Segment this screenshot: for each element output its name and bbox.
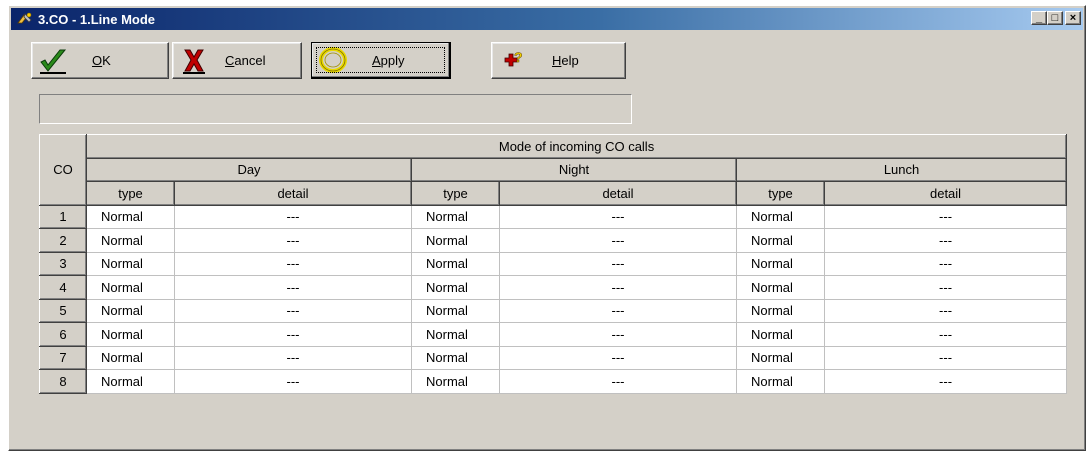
lunch-type-header: type [736,181,825,206]
day-type-header: type [86,181,175,206]
night-type-cell[interactable]: Normal [411,252,500,276]
status-field [39,94,632,124]
day-detail-cell[interactable]: --- [174,252,412,276]
day-detail-cell[interactable]: --- [174,205,412,229]
dialog-window: 3.CO - 1.Line Mode _ □ × OK Cancel Apply… [8,5,1086,451]
lunch-detail-cell[interactable]: --- [824,346,1068,370]
lunch-detail-cell[interactable]: --- [824,205,1068,229]
night-type-cell[interactable]: Normal [411,205,500,229]
day-type-cell[interactable]: Normal [86,228,175,253]
mode-group-header: Mode of incoming CO calls [85,134,1068,159]
lunch-detail-cell[interactable]: --- [824,228,1068,253]
lunch-detail-header: detail [823,181,1068,206]
lunch-type-cell[interactable]: Normal [736,252,825,276]
night-detail-cell[interactable]: --- [499,205,737,229]
app-icon [15,10,35,28]
night-type-cell[interactable]: Normal [411,299,500,323]
night-type-cell[interactable]: Normal [411,346,500,370]
maximize-button[interactable]: □ [1047,11,1063,25]
line-mode-table: CO Mode of incoming CO calls Day Night L… [39,134,1068,394]
lunch-detail-cell[interactable]: --- [824,252,1068,276]
lunch-detail-cell[interactable]: --- [824,369,1068,394]
night-type-cell[interactable]: Normal [411,322,500,347]
ok-button[interactable]: OK [31,42,169,79]
day-type-cell[interactable]: Normal [86,346,175,370]
table-row: 7 Normal --- Normal --- Normal --- [39,345,1068,370]
lunch-type-cell[interactable]: Normal [736,205,825,229]
line-mode-grid: CO Mode of incoming CO calls Day Night L… [39,134,1068,414]
co-row-number[interactable]: 8 [39,369,87,394]
day-detail-cell[interactable]: --- [174,369,412,394]
table-row: 6 Normal --- Normal --- Normal --- [39,322,1068,347]
co-header: CO [39,134,87,206]
lunch-detail-cell[interactable]: --- [824,322,1068,347]
day-type-cell[interactable]: Normal [86,299,175,323]
day-type-cell[interactable]: Normal [86,205,175,229]
checkmark-icon [36,46,70,76]
help-label: Help [552,53,579,68]
day-header: Day [86,157,412,182]
close-button[interactable]: × [1065,11,1081,25]
day-type-cell[interactable]: Normal [86,275,175,300]
table-row: 1 Normal --- Normal --- Normal --- [39,204,1068,229]
night-detail-cell[interactable]: --- [499,369,737,394]
table-row: 3 Normal --- Normal --- Normal --- [39,251,1068,276]
ok-label: OK [92,53,111,68]
night-detail-cell[interactable]: --- [499,346,737,370]
table-row: 8 Normal --- Normal --- Normal --- [39,369,1068,394]
lunch-type-cell[interactable]: Normal [736,275,825,300]
co-row-number[interactable]: 3 [39,251,87,276]
svg-text:?: ? [514,49,523,65]
night-type-cell[interactable]: Normal [411,228,500,253]
day-type-cell[interactable]: Normal [86,322,175,347]
co-row-number[interactable]: 5 [39,298,87,323]
lunch-type-cell[interactable]: Normal [736,228,825,253]
lunch-detail-cell[interactable]: --- [824,299,1068,323]
night-type-cell[interactable]: Normal [411,369,500,394]
title-bar[interactable]: 3.CO - 1.Line Mode _ □ × [11,8,1083,30]
lunch-type-cell[interactable]: Normal [736,299,825,323]
day-detail-header: detail [174,181,412,206]
day-detail-cell[interactable]: --- [174,346,412,370]
day-detail-cell[interactable]: --- [174,322,412,347]
cancel-label: Cancel [225,53,266,68]
co-row-number[interactable]: 4 [39,275,87,300]
day-detail-cell[interactable]: --- [174,275,412,300]
day-type-cell[interactable]: Normal [86,369,175,394]
table-row: 5 Normal --- Normal --- Normal --- [39,298,1068,323]
grid-body: 1 Normal --- Normal --- Normal --- 2 Normal --- No… [39,204,1068,394]
help-icon: ? [496,46,530,76]
night-detail-cell[interactable]: --- [499,228,737,253]
night-detail-cell[interactable]: --- [499,275,737,300]
cancel-button[interactable]: Cancel [172,42,302,79]
minimize-button[interactable]: _ [1031,11,1047,25]
x-icon [177,46,211,76]
help-button[interactable]: ? Help [491,42,626,79]
co-row-number[interactable]: 7 [39,345,87,370]
night-detail-cell[interactable]: --- [499,322,737,347]
day-detail-cell[interactable]: --- [174,299,412,323]
lunch-type-cell[interactable]: Normal [736,346,825,370]
apply-button[interactable]: Apply [311,42,451,79]
night-detail-cell[interactable]: --- [499,299,737,323]
co-row-number[interactable]: 1 [39,204,87,229]
lunch-type-cell[interactable]: Normal [736,369,825,394]
window-controls: _ □ × [1031,11,1081,25]
co-row-number[interactable]: 2 [39,228,87,253]
lunch-detail-cell[interactable]: --- [824,275,1068,300]
co-row-number[interactable]: 6 [39,322,87,347]
night-detail-header: detail [499,181,737,206]
lunch-type-cell[interactable]: Normal [736,322,825,347]
night-header: Night [411,157,737,182]
night-type-cell[interactable]: Normal [411,275,500,300]
day-type-cell[interactable]: Normal [86,252,175,276]
lunch-header: Lunch [735,157,1068,182]
window-title: 3.CO - 1.Line Mode [38,11,156,27]
table-row: 2 Normal --- Normal --- Normal --- [39,228,1068,253]
table-row: 4 Normal --- Normal --- Normal --- [39,275,1068,300]
night-type-header: type [411,181,500,206]
day-detail-cell[interactable]: --- [174,228,412,253]
night-detail-cell[interactable]: --- [499,252,737,276]
